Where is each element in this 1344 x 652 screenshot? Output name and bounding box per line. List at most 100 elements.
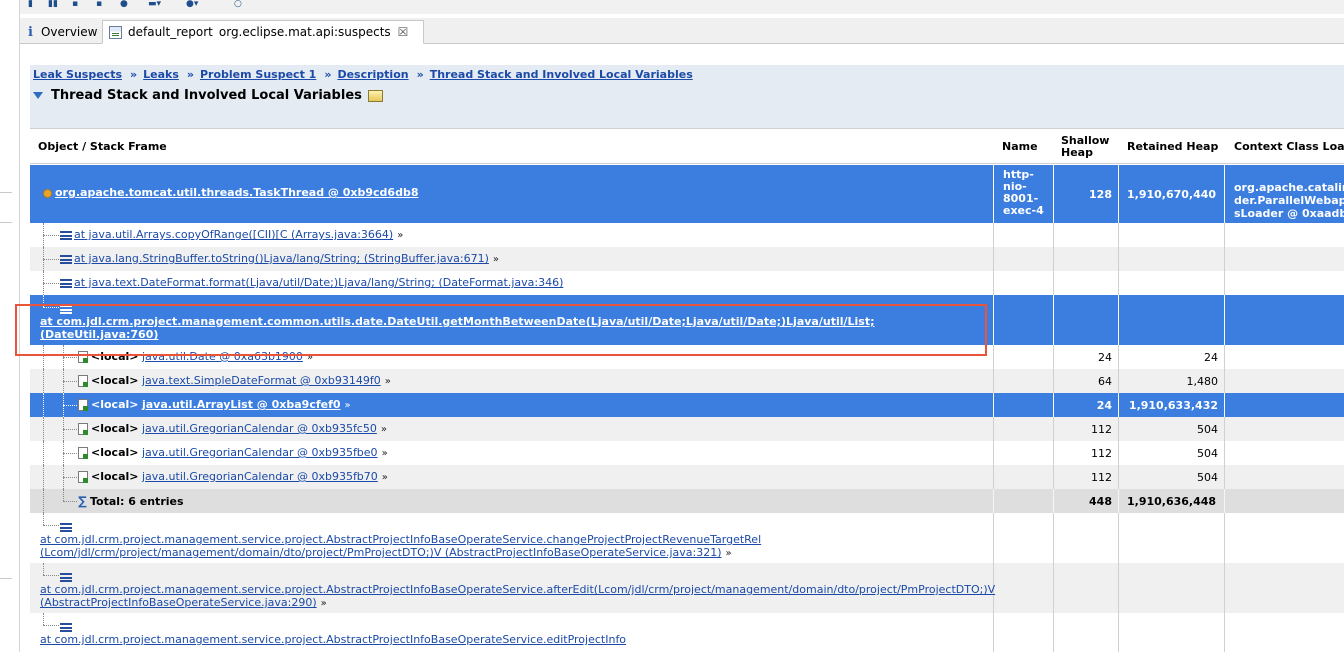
table-row[interactable]: <local> java.util.GregorianCalendar @ 0x… bbox=[30, 417, 1344, 441]
expand-arrow[interactable]: » bbox=[397, 230, 403, 241]
retained-heap-cell: 504 bbox=[1119, 465, 1225, 489]
table-row[interactable]: at java.util.Arrays.copyOfRange([CII)[C … bbox=[30, 223, 1344, 247]
expand-arrow[interactable]: » bbox=[381, 424, 387, 435]
local-object-link[interactable]: java.util.Date @ 0xa63b1900 bbox=[142, 350, 303, 363]
column-header-context[interactable]: Context Class Loader bbox=[1225, 129, 1344, 165]
expand-arrow[interactable]: » bbox=[321, 598, 327, 609]
expand-arrow[interactable]: » bbox=[493, 254, 499, 265]
table-row[interactable]: at java.lang.StringBuffer.toString()Ljav… bbox=[30, 247, 1344, 271]
empty-cell bbox=[1119, 613, 1225, 652]
query-tool-icon[interactable]: ●▾ bbox=[186, 0, 198, 9]
breadcrumb-thread-stack[interactable]: Thread Stack and Involved Local Variable… bbox=[430, 68, 693, 81]
stack-frame-link[interactable]: at com.jdl.crm.project.management.servic… bbox=[40, 533, 761, 546]
column-header-name[interactable]: Name bbox=[994, 129, 1054, 165]
object-icon bbox=[78, 471, 88, 483]
expand-arrow[interactable]: » bbox=[307, 352, 313, 363]
empty-cell bbox=[994, 465, 1054, 489]
retained-heap-cell: 504 bbox=[1119, 441, 1225, 465]
breadcrumb-leaks[interactable]: Leaks bbox=[143, 68, 179, 81]
local-object-link[interactable]: java.util.GregorianCalendar @ 0xb935fc50 bbox=[142, 422, 377, 435]
sum-icon: ∑ bbox=[78, 494, 87, 508]
close-icon[interactable]: ☒ bbox=[398, 25, 409, 39]
stack-frame-link[interactable]: at com.jdl.crm.project.management.servic… bbox=[40, 633, 626, 646]
tab-default-report[interactable]: default_report org.eclipse.mat.api:suspe… bbox=[102, 20, 424, 44]
empty-cell bbox=[994, 417, 1054, 441]
dominator-tool-icon[interactable]: ▪ bbox=[72, 0, 78, 9]
object-cell: at java.util.Arrays.copyOfRange([CII)[C … bbox=[30, 223, 994, 247]
empty-cell bbox=[1054, 295, 1119, 345]
empty-cell bbox=[994, 393, 1054, 417]
shallow-heap-cell: 24 bbox=[1054, 345, 1119, 369]
left-view-strip bbox=[0, 0, 20, 652]
table-row[interactable]: at com.jdl.crm.project.management.common… bbox=[30, 295, 1344, 345]
info-tool-icon[interactable]: ▮ bbox=[28, 0, 33, 9]
object-cell: <local> java.util.ArrayList @ 0xba9cfef0… bbox=[30, 393, 994, 417]
oql-tool-icon[interactable]: ▪ bbox=[96, 0, 102, 9]
stack-frame-link[interactable]: at java.lang.StringBuffer.toString()Ljav… bbox=[74, 252, 489, 265]
tree-connector bbox=[43, 465, 44, 489]
local-object-link[interactable]: java.util.GregorianCalendar @ 0xb935fbe0 bbox=[142, 446, 378, 459]
breadcrumb-problem-suspect-1[interactable]: Problem Suspect 1 bbox=[200, 68, 316, 81]
histogram-tool-icon[interactable]: ▮▮ bbox=[48, 0, 58, 9]
empty-cell bbox=[1054, 271, 1119, 295]
table-row[interactable]: at com.jdl.crm.project.management.servic… bbox=[30, 563, 1344, 613]
breadcrumb-separator: » bbox=[130, 68, 138, 81]
expand-arrow[interactable]: » bbox=[385, 376, 391, 387]
empty-cell bbox=[994, 295, 1054, 345]
object-icon bbox=[78, 399, 88, 411]
tree-connector bbox=[43, 513, 44, 525]
stack-frame-link[interactable]: at com.jdl.crm.project.management.servic… bbox=[40, 583, 995, 596]
breadcrumb-bar: Leak Suspects » Leaks » Problem Suspect 1 » De… bbox=[30, 65, 1344, 129]
tree-connector bbox=[43, 575, 59, 576]
table-row[interactable]: <local> java.util.Date @ 0xa63b1900» 24 … bbox=[30, 345, 1344, 369]
section-title[interactable]: Thread Stack and Involved Local Variable… bbox=[33, 88, 383, 103]
stack-frame-icon bbox=[60, 522, 72, 532]
thread-tool-icon[interactable]: ● bbox=[120, 0, 128, 9]
table-row[interactable]: at com.jdl.crm.project.management.servic… bbox=[30, 513, 1344, 563]
table-row[interactable]: <local> java.util.GregorianCalendar @ 0x… bbox=[30, 465, 1344, 489]
table-row[interactable]: <local> java.util.ArrayList @ 0xba9cfef0… bbox=[30, 393, 1344, 417]
column-header-shallow[interactable]: Shallow Heap bbox=[1054, 129, 1119, 165]
expand-arrow[interactable]: » bbox=[382, 472, 388, 483]
stack-frame-link[interactable]: at com.jdl.crm.project.management.common… bbox=[40, 315, 875, 328]
expand-arrow[interactable]: » bbox=[726, 548, 732, 559]
breadcrumb-description[interactable]: Description bbox=[337, 68, 408, 81]
tab-report-label: default_report bbox=[128, 25, 213, 39]
local-object-link[interactable]: java.util.ArrayList @ 0xba9cfef0 bbox=[142, 398, 341, 411]
stack-frame-link-cont[interactable]: (Lcom/jdl/crm/project/management/domain/… bbox=[40, 546, 722, 559]
table-row[interactable]: <local> java.util.GregorianCalendar @ 0x… bbox=[30, 441, 1344, 465]
table-row[interactable]: at com.jdl.crm.project.management.servic… bbox=[30, 613, 1344, 652]
report-tool-icon[interactable]: ▬▾ bbox=[148, 0, 161, 9]
details-icon[interactable] bbox=[367, 89, 383, 102]
expand-arrow[interactable]: » bbox=[345, 400, 351, 411]
local-tag: <local> bbox=[91, 350, 139, 363]
search-tool-icon[interactable]: ○ bbox=[234, 0, 242, 9]
local-tag: <local> bbox=[91, 422, 139, 435]
thread-link[interactable]: org.apache.tomcat.util.threads.TaskThrea… bbox=[55, 186, 418, 199]
tab-overview[interactable]: i Overview bbox=[22, 20, 102, 44]
empty-cell bbox=[994, 489, 1054, 513]
table-row[interactable]: <local> java.text.SimpleDateFormat @ 0xb… bbox=[30, 369, 1344, 393]
stack-frame-link[interactable]: at java.text.DateFormat.format(Ljava/uti… bbox=[74, 276, 563, 289]
stack-frame-link-cont[interactable]: (DateUtil.java:760) bbox=[40, 328, 158, 341]
empty-cell bbox=[994, 271, 1054, 295]
local-object-link[interactable]: java.text.SimpleDateFormat @ 0xb93149f0 bbox=[142, 374, 381, 387]
expand-arrow[interactable]: » bbox=[382, 448, 388, 459]
stack-frame-link-cont[interactable]: (AbstractProjectInfoBaseOperateService.j… bbox=[40, 596, 317, 609]
retained-heap-cell: 1,480 bbox=[1119, 369, 1225, 393]
column-header-retained[interactable]: Retained Heap bbox=[1119, 129, 1225, 165]
object-icon bbox=[78, 351, 88, 363]
table-row[interactable]: org.apache.tomcat.util.threads.TaskThrea… bbox=[30, 165, 1344, 223]
object-cell: at com.jdl.crm.project.management.servic… bbox=[30, 563, 995, 613]
table-header: Object / Stack Frame Name Shallow Heap R… bbox=[30, 128, 1344, 164]
table-row[interactable]: at java.text.DateFormat.format(Ljava/uti… bbox=[30, 271, 1344, 295]
thread-stack-table: Object / Stack Frame Name Shallow Heap R… bbox=[30, 128, 1344, 652]
breadcrumb-leak-suspects[interactable]: Leak Suspects bbox=[33, 68, 122, 81]
column-header-object[interactable]: Object / Stack Frame bbox=[30, 129, 994, 165]
object-cell: <local> java.util.GregorianCalendar @ 0x… bbox=[30, 465, 994, 489]
collapse-triangle-icon[interactable] bbox=[33, 92, 43, 99]
object-cell: at com.jdl.crm.project.management.servic… bbox=[30, 513, 994, 563]
shallow-heap-cell: 112 bbox=[1054, 441, 1119, 465]
local-object-link[interactable]: java.util.GregorianCalendar @ 0xb935fb70 bbox=[142, 470, 378, 483]
stack-frame-link[interactable]: at java.util.Arrays.copyOfRange([CII)[C … bbox=[74, 228, 393, 241]
